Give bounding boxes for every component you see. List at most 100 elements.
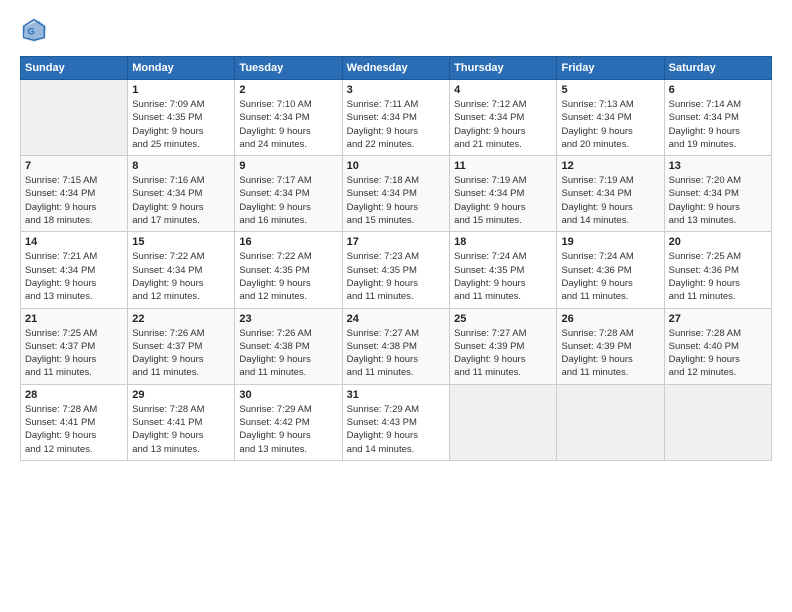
day-number: 12 [561, 160, 659, 172]
day-number: 13 [669, 160, 767, 172]
day-info: Sunrise: 7:24 AMSunset: 4:35 PMDaylight:… [454, 250, 552, 303]
day-cell: 27 Sunrise: 7:28 AMSunset: 4:40 PMDayligh… [664, 308, 771, 384]
day-number: 27 [669, 313, 767, 325]
day-cell: 7Sunrise: 7:15 AMSunset: 4:34 PMDaylight… [21, 156, 128, 232]
day-number: 29 [132, 389, 230, 401]
day-cell: 31 Sunrise: 7:29 AMSunset: 4:43 PMDayligh… [342, 384, 449, 460]
day-cell: 22Sunrise: 7:26 AMSunset: 4:37 PMDayligh… [128, 308, 235, 384]
day-cell [664, 384, 771, 460]
day-number: 15 [132, 236, 230, 248]
day-cell [557, 384, 664, 460]
day-cell: 25 Sunrise: 7:27 AMSunset: 4:39 PMDayligh… [450, 308, 557, 384]
day-cell: 14Sunrise: 7:21 AMSunset: 4:34 PMDayligh… [21, 232, 128, 308]
day-number: 8 [132, 160, 230, 172]
day-cell: 10 Sunrise: 7:18 AMSunset: 4:34 PMDayligh… [342, 156, 449, 232]
day-info: Sunrise: 7:28 AMSunset: 4:41 PMDaylight:… [132, 403, 230, 456]
day-info: Sunrise: 7:09 AMSunset: 4:35 PMDaylight:… [132, 98, 230, 151]
header: G [20, 16, 772, 44]
day-cell: 24 Sunrise: 7:27 AMSunset: 4:38 PMDayligh… [342, 308, 449, 384]
header-day-saturday: Saturday [664, 57, 771, 80]
day-cell: 4 Sunrise: 7:12 AMSunset: 4:34 PMDaylight… [450, 80, 557, 156]
calendar-body: 1 Sunrise: 7:09 AMSunset: 4:35 PMDaylight… [21, 80, 772, 461]
day-number: 24 [347, 313, 445, 325]
day-info: Sunrise: 7:20 AMSunset: 4:34 PMDaylight:… [669, 174, 767, 227]
day-number: 3 [347, 84, 445, 96]
day-info: Sunrise: 7:26 AMSunset: 4:38 PMDaylight:… [239, 327, 337, 380]
day-number: 31 [347, 389, 445, 401]
day-number: 20 [669, 236, 767, 248]
day-cell: 9Sunrise: 7:17 AMSunset: 4:34 PMDaylight… [235, 156, 342, 232]
day-number: 16 [239, 236, 337, 248]
day-info: Sunrise: 7:29 AMSunset: 4:43 PMDaylight:… [347, 403, 445, 456]
day-number: 4 [454, 84, 552, 96]
day-info: Sunrise: 7:12 AMSunset: 4:34 PMDaylight:… [454, 98, 552, 151]
day-cell: 17Sunrise: 7:23 AMSunset: 4:35 PMDayligh… [342, 232, 449, 308]
svg-text:G: G [27, 27, 34, 37]
day-info: Sunrise: 7:21 AMSunset: 4:34 PMDaylight:… [25, 250, 123, 303]
day-number: 11 [454, 160, 552, 172]
day-cell: 30Sunrise: 7:29 AMSunset: 4:42 PMDayligh… [235, 384, 342, 460]
day-info: Sunrise: 7:24 AMSunset: 4:36 PMDaylight:… [561, 250, 659, 303]
day-cell: 8 Sunrise: 7:16 AMSunset: 4:34 PMDaylight… [128, 156, 235, 232]
day-info: Sunrise: 7:25 AMSunset: 4:37 PMDaylight:… [25, 327, 123, 380]
logo: G [20, 16, 52, 44]
day-info: Sunrise: 7:18 AMSunset: 4:34 PMDaylight:… [347, 174, 445, 227]
day-cell: 19 Sunrise: 7:24 AMSunset: 4:36 PMDayligh… [557, 232, 664, 308]
header-day-wednesday: Wednesday [342, 57, 449, 80]
header-day-thursday: Thursday [450, 57, 557, 80]
day-info: Sunrise: 7:14 AMSunset: 4:34 PMDaylight:… [669, 98, 767, 151]
day-number: 1 [132, 84, 230, 96]
day-cell: 5 Sunrise: 7:13 AMSunset: 4:34 PMDaylight… [557, 80, 664, 156]
day-cell: 21Sunrise: 7:25 AMSunset: 4:37 PMDayligh… [21, 308, 128, 384]
calendar-header: SundayMondayTuesdayWednesdayThursdayFrid… [21, 57, 772, 80]
week-row-1: 1 Sunrise: 7:09 AMSunset: 4:35 PMDaylight… [21, 80, 772, 156]
day-info: Sunrise: 7:26 AMSunset: 4:37 PMDaylight:… [132, 327, 230, 380]
header-day-tuesday: Tuesday [235, 57, 342, 80]
page: G SundayMondayTuesdayWednesdayThursdayFr… [0, 0, 792, 612]
day-info: Sunrise: 7:22 AMSunset: 4:35 PMDaylight:… [239, 250, 337, 303]
calendar-table: SundayMondayTuesdayWednesdayThursdayFrid… [20, 56, 772, 461]
day-number: 26 [561, 313, 659, 325]
day-number: 10 [347, 160, 445, 172]
header-row: SundayMondayTuesdayWednesdayThursdayFrid… [21, 57, 772, 80]
day-cell: 2 Sunrise: 7:10 AMSunset: 4:34 PMDaylight… [235, 80, 342, 156]
day-number: 5 [561, 84, 659, 96]
day-info: Sunrise: 7:19 AMSunset: 4:34 PMDaylight:… [561, 174, 659, 227]
day-number: 17 [347, 236, 445, 248]
day-info: Sunrise: 7:13 AMSunset: 4:34 PMDaylight:… [561, 98, 659, 151]
header-day-monday: Monday [128, 57, 235, 80]
day-cell: 3 Sunrise: 7:11 AMSunset: 4:34 PMDaylight… [342, 80, 449, 156]
day-info: Sunrise: 7:28 AMSunset: 4:40 PMDaylight:… [669, 327, 767, 380]
day-cell: 26 Sunrise: 7:28 AMSunset: 4:39 PMDayligh… [557, 308, 664, 384]
day-info: Sunrise: 7:27 AMSunset: 4:38 PMDaylight:… [347, 327, 445, 380]
day-info: Sunrise: 7:28 AMSunset: 4:39 PMDaylight:… [561, 327, 659, 380]
week-row-5: 28 Sunrise: 7:28 AMSunset: 4:41 PMDayligh… [21, 384, 772, 460]
day-info: Sunrise: 7:11 AMSunset: 4:34 PMDaylight:… [347, 98, 445, 151]
day-number: 19 [561, 236, 659, 248]
day-info: Sunrise: 7:10 AMSunset: 4:34 PMDaylight:… [239, 98, 337, 151]
day-number: 7 [25, 160, 123, 172]
week-row-4: 21Sunrise: 7:25 AMSunset: 4:37 PMDayligh… [21, 308, 772, 384]
day-cell: 11 Sunrise: 7:19 AMSunset: 4:34 PMDayligh… [450, 156, 557, 232]
day-cell: 28Sunrise: 7:28 AMSunset: 4:41 PMDayligh… [21, 384, 128, 460]
day-cell: 29 Sunrise: 7:28 AMSunset: 4:41 PMDayligh… [128, 384, 235, 460]
day-info: Sunrise: 7:27 AMSunset: 4:39 PMDaylight:… [454, 327, 552, 380]
day-info: Sunrise: 7:22 AMSunset: 4:34 PMDaylight:… [132, 250, 230, 303]
day-number: 18 [454, 236, 552, 248]
day-cell: 15 Sunrise: 7:22 AMSunset: 4:34 PMDayligh… [128, 232, 235, 308]
day-cell: 16 Sunrise: 7:22 AMSunset: 4:35 PMDayligh… [235, 232, 342, 308]
header-day-friday: Friday [557, 57, 664, 80]
day-number: 25 [454, 313, 552, 325]
day-info: Sunrise: 7:19 AMSunset: 4:34 PMDaylight:… [454, 174, 552, 227]
day-cell: 6 Sunrise: 7:14 AMSunset: 4:34 PMDaylight… [664, 80, 771, 156]
week-row-2: 7Sunrise: 7:15 AMSunset: 4:34 PMDaylight… [21, 156, 772, 232]
day-number: 2 [239, 84, 337, 96]
day-cell: 20Sunrise: 7:25 AMSunset: 4:36 PMDayligh… [664, 232, 771, 308]
day-number: 6 [669, 84, 767, 96]
day-cell [21, 80, 128, 156]
day-info: Sunrise: 7:16 AMSunset: 4:34 PMDaylight:… [132, 174, 230, 227]
logo-icon: G [20, 16, 48, 44]
day-number: 23 [239, 313, 337, 325]
day-number: 28 [25, 389, 123, 401]
day-cell: 13 Sunrise: 7:20 AMSunset: 4:34 PMDayligh… [664, 156, 771, 232]
